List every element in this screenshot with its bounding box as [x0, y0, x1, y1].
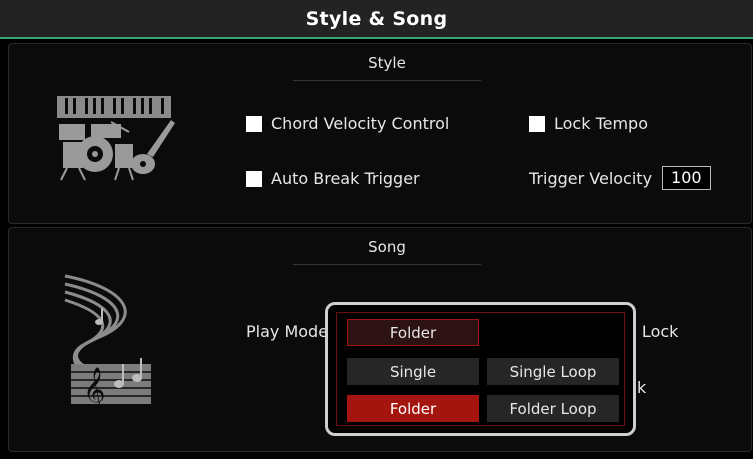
play-mode-label: Play Mode [246, 322, 329, 341]
lock-tempo-label: Lock Tempo [554, 114, 648, 133]
play-mode-option-folder[interactable]: Folder [347, 395, 479, 422]
auto-break-trigger-option[interactable]: Auto Break Trigger [246, 169, 420, 188]
play-mode-option-single[interactable]: Single [347, 358, 479, 385]
keyboard-drums-guitar-icon [51, 92, 181, 182]
lock-tempo-checkbox[interactable] [529, 115, 545, 132]
play-mode-label-row: Play Mode [246, 322, 328, 341]
music-staff-swirl-icon: 𝄞 [57, 268, 157, 418]
chord-velocity-control-label: Chord Velocity Control [271, 114, 450, 133]
style-section-title: Style [293, 54, 481, 81]
chord-velocity-control-checkbox[interactable] [246, 115, 262, 132]
trigger-velocity-value-box[interactable]: 100 [662, 166, 711, 190]
page-title: Style & Song [305, 7, 448, 30]
partial-option-text: k [637, 378, 646, 397]
title-bar: Style & Song [0, 0, 753, 39]
play-mode-option-folder-loop[interactable]: Folder Loop [487, 395, 619, 422]
svg-text:𝄞: 𝄞 [83, 367, 105, 413]
play-mode-current-value[interactable]: Folder [347, 319, 479, 346]
style-panel: Style Chord Velocity Control Lock Tempo … [8, 43, 752, 224]
partial-option-text-k: k [637, 378, 647, 397]
play-mode-option-single-loop[interactable]: Single Loop [487, 358, 619, 385]
play-mode-popup: Folder Single Single Loop Folder Folder … [325, 302, 636, 436]
lock-tempo-option[interactable]: Lock Tempo [529, 114, 648, 133]
song-section-title: Song [293, 238, 481, 265]
auto-break-trigger-label: Auto Break Trigger [271, 169, 420, 188]
auto-break-trigger-checkbox[interactable] [246, 170, 262, 187]
trigger-velocity-control: Trigger Velocity 100 [529, 166, 711, 190]
play-mode-popup-inner: Folder Single Single Loop Folder Folder … [336, 312, 625, 426]
trigger-velocity-label: Trigger Velocity [529, 168, 653, 188]
chord-velocity-control-option[interactable]: Chord Velocity Control [246, 114, 449, 133]
